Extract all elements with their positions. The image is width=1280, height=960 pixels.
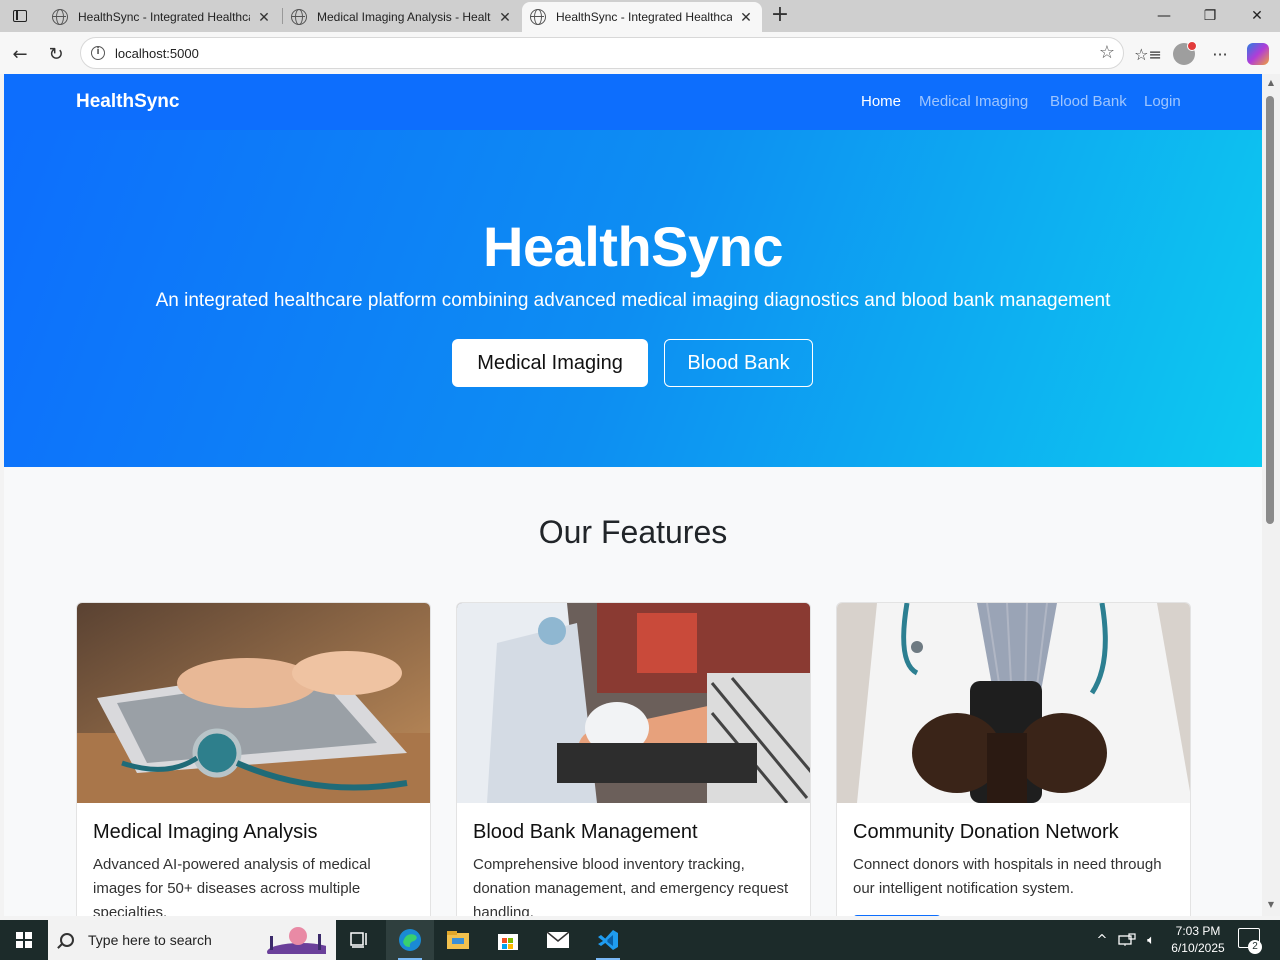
address-bar[interactable]: i localhost:5000 ☆: [80, 37, 1124, 69]
nav-link-blood-bank[interactable]: Blood Bank: [1050, 93, 1127, 110]
copilot-icon[interactable]: [1244, 40, 1272, 68]
file-explorer-icon[interactable]: [434, 920, 482, 960]
new-tab-icon[interactable]: +: [768, 4, 792, 28]
hero-section: HealthSync An integrated healthcare plat…: [4, 130, 1262, 467]
profile-avatar[interactable]: [1170, 40, 1198, 68]
tab-strip: HealthSync - Integrated Healthcare ✕ Med…: [0, 0, 1280, 32]
notification-badge: 2: [1248, 940, 1262, 954]
edge-browser-icon[interactable]: [386, 920, 434, 960]
tab-title: HealthSync - Integrated Healthcare: [556, 10, 732, 24]
nav-link-medical-imaging[interactable]: Medical Imaging: [919, 93, 1028, 110]
tab-actions-menu-icon[interactable]: [8, 6, 32, 26]
microsoft-store-icon[interactable]: [484, 920, 532, 960]
browser-toolbar: ← ↻ i localhost:5000 ☆ ☆≡ ···: [0, 32, 1280, 74]
minimize-icon[interactable]: —: [1141, 0, 1187, 32]
nav-link-login[interactable]: Login: [1144, 93, 1181, 110]
card-title: Medical Imaging Analysis: [93, 821, 318, 843]
close-window-icon[interactable]: ✕: [1234, 0, 1280, 32]
favorite-star-icon[interactable]: ☆: [1099, 42, 1115, 63]
site-navbar: HealthSync Home Medical Imaging Blood Ba…: [4, 74, 1262, 130]
medical-imaging-button[interactable]: Medical Imaging: [452, 339, 648, 387]
feature-card-blood-bank: Blood Bank Management Comprehensive bloo…: [456, 602, 811, 916]
clock-date: 6/10/2025: [1171, 941, 1225, 955]
blood-donation-image: [457, 603, 810, 803]
site-info-icon[interactable]: i: [91, 46, 105, 60]
close-tab-icon[interactable]: ✕: [256, 9, 272, 26]
card-title: Community Donation Network: [853, 821, 1119, 843]
close-tab-icon[interactable]: ✕: [497, 9, 513, 26]
globe-icon: [530, 9, 546, 25]
windows-logo-icon: [16, 932, 32, 948]
hero-subtitle: An integrated healthcare platform combin…: [155, 290, 1111, 311]
browser-tab[interactable]: HealthSync - Integrated Healthcare ✕: [44, 2, 280, 32]
page-scrollbar[interactable]: ▲ ▼: [1262, 74, 1280, 916]
more-menu-icon[interactable]: ···: [1206, 40, 1234, 68]
blood-bank-button[interactable]: Blood Bank: [664, 339, 813, 387]
scroll-up-icon[interactable]: ▲: [1266, 78, 1276, 88]
restore-icon[interactable]: ❐: [1187, 0, 1233, 32]
windows-taskbar: Type here to search ^ 🔈︎ 7:03 PM 6/10/20…: [0, 920, 1280, 960]
search-icon: [60, 933, 74, 947]
card-text: Comprehensive blood inventory tracking, …: [473, 856, 789, 916]
globe-icon: [291, 9, 307, 25]
url-text[interactable]: localhost:5000: [115, 46, 199, 61]
hero-title: HealthSync: [483, 215, 784, 278]
feature-card-medical-imaging: Medical Imaging Analysis Advanced AI-pow…: [76, 602, 431, 916]
taskbar-clock[interactable]: 7:03 PM 6/10/2025: [1160, 923, 1236, 957]
mail-icon[interactable]: [534, 920, 582, 960]
taskbar-search-box[interactable]: Type here to search: [48, 920, 336, 960]
back-icon[interactable]: ←: [6, 40, 34, 68]
card-text: Connect donors with hospitals in need th…: [853, 856, 1162, 897]
features-heading: Our Features: [538, 514, 728, 550]
favorites-icon[interactable]: ☆≡: [1134, 40, 1162, 68]
globe-icon: [52, 9, 68, 25]
task-view-icon[interactable]: [336, 920, 384, 960]
volume-icon[interactable]: 🔈︎: [1140, 920, 1162, 960]
browser-tab[interactable]: Medical Imaging Analysis - HealthSync ✕: [283, 2, 521, 32]
laptop-stethoscope-image: [77, 603, 430, 803]
search-placeholder: Type here to search: [88, 932, 212, 948]
page-viewport: HealthSync Home Medical Imaging Blood Ba…: [4, 74, 1262, 916]
card-action-button[interactable]: [853, 915, 941, 916]
feature-card-donation-network: Community Donation Network Connect donor…: [836, 602, 1191, 916]
network-icon[interactable]: [1116, 920, 1138, 960]
close-tab-icon[interactable]: ✕: [738, 9, 754, 26]
nav-link-home[interactable]: Home: [861, 93, 901, 110]
tab-title: HealthSync - Integrated Healthcare: [78, 10, 250, 24]
vscode-icon[interactable]: [584, 920, 632, 960]
search-highlight-illustration: [256, 926, 326, 954]
card-text: Advanced AI-powered analysis of medical …: [93, 856, 371, 916]
card-title: Blood Bank Management: [473, 821, 698, 843]
scroll-down-icon[interactable]: ▼: [1266, 900, 1276, 910]
tab-title: Medical Imaging Analysis - HealthSync: [317, 10, 491, 24]
windows-start-button[interactable]: [0, 920, 48, 960]
navbar-brand[interactable]: HealthSync: [76, 91, 179, 113]
scrollbar-thumb[interactable]: [1266, 96, 1274, 524]
doctor-phone-image: [837, 603, 1190, 803]
refresh-icon[interactable]: ↻: [42, 40, 70, 68]
show-hidden-icons-chevron-icon[interactable]: ^: [1092, 920, 1112, 960]
browser-tab-active[interactable]: HealthSync - Integrated Healthcare ✕: [522, 2, 762, 32]
clock-time: 7:03 PM: [1175, 924, 1221, 938]
